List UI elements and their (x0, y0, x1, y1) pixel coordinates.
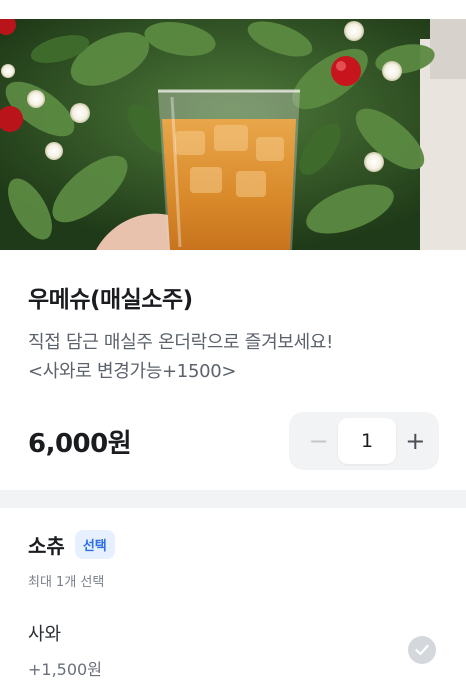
top-spacer (0, 0, 466, 19)
option-item-sour[interactable]: 사와 +1,500원 (28, 620, 438, 680)
option-group: 소츄 선택 최대 1개 선택 사와 +1,500원 (0, 508, 466, 680)
description-line: 직접 담근 매실주 온더락으로 즐겨보세요! (28, 332, 334, 353)
optional-badge: 선택 (74, 530, 115, 559)
decrement-button[interactable]: − (299, 421, 338, 461)
drink-photo-icon (0, 19, 466, 250)
increment-button[interactable]: + (396, 421, 435, 461)
product-description: 직접 담근 매실주 온더락으로 즐겨보세요! <사와로 변경가능+1500> (28, 328, 438, 386)
option-name: 사와 (28, 624, 62, 645)
quantity-stepper: − 1 + (289, 412, 439, 470)
check-icon[interactable] (408, 636, 436, 664)
product-title: 우메슈(매실소주) (28, 287, 193, 313)
option-price: +1,500원 (28, 660, 102, 679)
price-row: 6,000원 − 1 + (28, 412, 439, 470)
quantity-value[interactable]: 1 (338, 418, 396, 464)
product-info: 우메슈(매실소주) 직접 담근 매실주 온더락으로 즐겨보세요! <사와로 변경… (0, 250, 466, 470)
product-price: 6,000원 (28, 428, 132, 459)
section-divider (0, 490, 466, 508)
option-group-title: 소츄 (28, 534, 65, 558)
product-image (0, 19, 466, 250)
option-group-subtitle: 최대 1개 선택 (28, 575, 105, 590)
description-line: <사와로 변경가능+1500> (28, 361, 237, 382)
option-group-header: 소츄 선택 (28, 530, 438, 559)
option-text: 사와 +1,500원 (28, 620, 102, 680)
